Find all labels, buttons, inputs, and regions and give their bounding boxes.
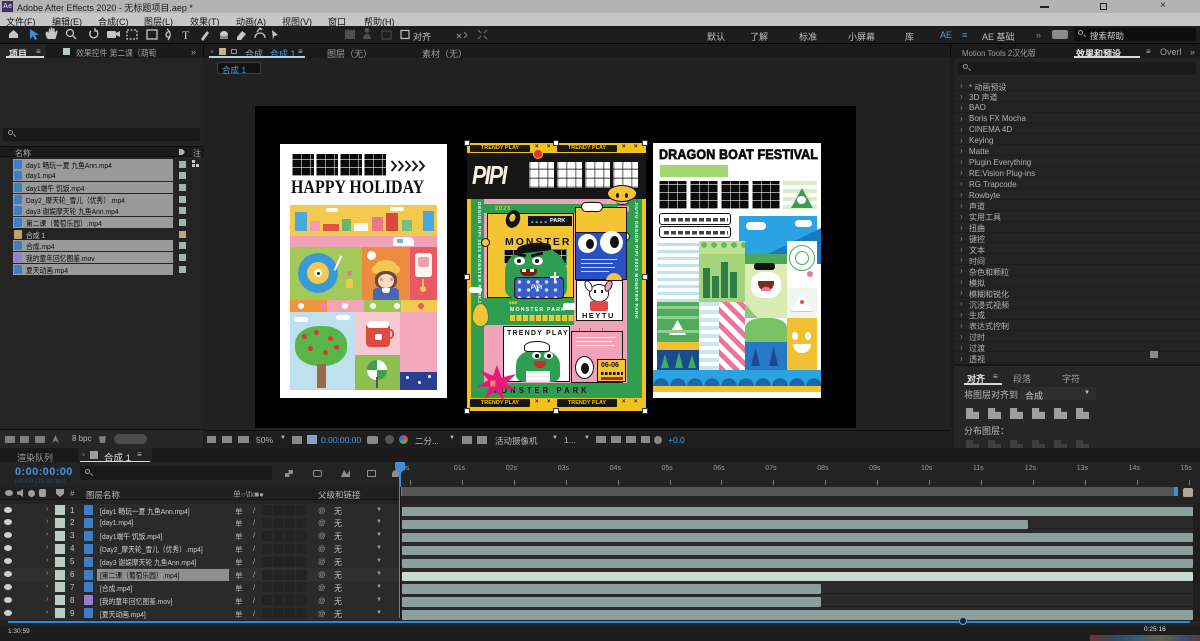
svg-text:T: T bbox=[182, 28, 190, 42]
